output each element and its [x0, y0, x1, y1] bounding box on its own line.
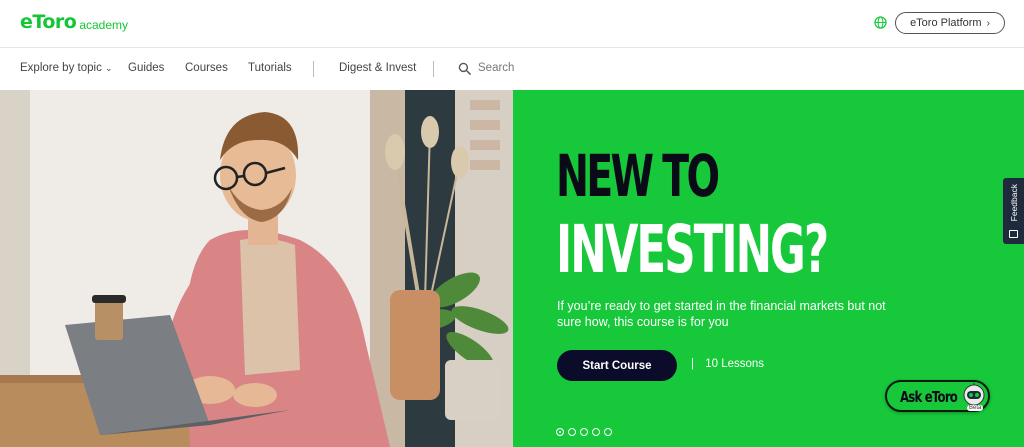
hero-banner: NEW TO INVESTING? If you’re ready to get…: [0, 90, 1024, 447]
etoro-platform-button[interactable]: eToro Platform ›: [895, 12, 1005, 34]
ask-etoro-label: Ask eToro: [900, 388, 958, 406]
carousel-dot[interactable]: [556, 428, 564, 436]
nav-guides[interactable]: Guides: [128, 62, 164, 74]
feedback-icon: [1009, 230, 1018, 238]
feedback-tab[interactable]: Feedback: [1003, 178, 1024, 244]
nav-explore-by-topic[interactable]: Explore by topic ⌄: [20, 62, 113, 74]
lessons-separator: |: [691, 358, 694, 370]
main-nav: Explore by topic ⌄ Guides Courses Tutori…: [0, 49, 1024, 90]
nav-digest-invest[interactable]: Digest & Invest: [339, 62, 416, 74]
nav-explore-label: Explore by topic: [20, 62, 102, 74]
logo-etoro-text: eToro: [20, 11, 77, 33]
chevron-right-icon: ›: [986, 17, 990, 29]
chevron-down-icon: ⌄: [105, 63, 113, 73]
search-input[interactable]: Search: [478, 62, 514, 74]
nav-divider: [313, 61, 314, 77]
top-header: eToro academy eToro Platform ›: [0, 0, 1024, 48]
etoro-platform-label: eToro Platform: [910, 17, 982, 29]
nav-divider: [433, 61, 434, 77]
globe-icon[interactable]: [874, 16, 887, 29]
hero-subtitle: If you’re ready to get started in the fi…: [557, 299, 886, 329]
carousel-dot[interactable]: [568, 428, 576, 436]
logo-academy-text: academy: [79, 18, 129, 32]
hero-illustration: [0, 90, 513, 447]
lessons-count-label: 10 Lessons: [705, 358, 765, 370]
hero-photo-man-with-laptop: [0, 90, 513, 447]
carousel-dot[interactable]: [580, 428, 588, 436]
carousel-dot[interactable]: [604, 428, 612, 436]
hero-headline-line1: NEW TO: [556, 142, 720, 210]
hero-headline-line2: INVESTING?: [556, 211, 829, 288]
ask-etoro-widget[interactable]: Ask eToro Beta: [885, 380, 990, 412]
carousel-indicators: [556, 428, 612, 436]
nav-tutorials[interactable]: Tutorials: [248, 62, 292, 74]
carousel-dot[interactable]: [592, 428, 600, 436]
lessons-count: | 10 Lessons: [691, 358, 764, 370]
nav-courses[interactable]: Courses: [185, 62, 228, 74]
search-icon[interactable]: [458, 62, 471, 75]
feedback-label: Feedback: [1008, 184, 1019, 222]
start-course-button[interactable]: Start Course: [557, 350, 677, 381]
etoro-academy-logo[interactable]: eToro academy: [20, 11, 128, 33]
beta-badge: Beta: [967, 405, 984, 411]
